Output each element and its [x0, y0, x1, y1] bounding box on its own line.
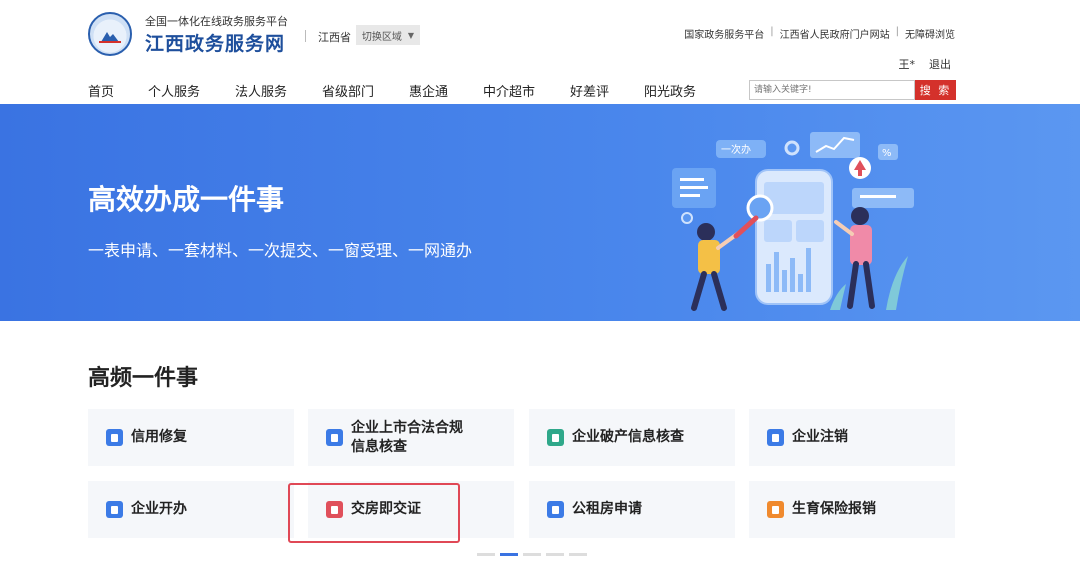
nav-sunshine-government[interactable]: 阳光政务	[644, 81, 718, 100]
document-icon	[326, 429, 343, 446]
nav-home[interactable]: 首页	[88, 81, 148, 100]
main-nav: 首页 个人服务 法人服务 省级部门 惠企通 中介超市 好差评 阳光政务	[88, 81, 718, 100]
card-label: 企业上市合法合规 信息核查	[351, 419, 463, 457]
link-separator: |	[895, 26, 899, 37]
switch-region-button[interactable]: 切换区域 ▼	[356, 25, 420, 45]
search-button[interactable]: 搜 索	[915, 80, 956, 100]
document-icon-glyph	[552, 505, 559, 514]
document-icon	[106, 501, 123, 518]
logo-emblem-icon	[99, 32, 121, 43]
document-icon	[767, 429, 784, 446]
card-label-line: 交房即交证	[351, 501, 421, 517]
card-label-line: 信息核查	[351, 438, 407, 455]
card-label-line: 企业注销	[792, 429, 848, 445]
user-name[interactable]: 王*	[899, 56, 916, 72]
card-label: 交房即交证	[351, 500, 421, 519]
card-label: 企业开办	[131, 500, 187, 519]
card-label-line: 公租房申请	[572, 501, 642, 517]
card-label: 企业破产信息核查	[572, 428, 684, 447]
carousel-dot[interactable]	[523, 553, 541, 556]
card-credit-repair[interactable]: 信用修复	[88, 409, 294, 466]
header-divider	[305, 30, 306, 42]
site-title[interactable]: 江西政务服务网	[145, 29, 285, 56]
svg-text:%: %	[882, 148, 892, 159]
link-national-platform[interactable]: 国家政务服务平台	[684, 26, 764, 41]
nav-corporate-services[interactable]: 法人服务	[235, 81, 322, 100]
card-public-rental-application[interactable]: 公租房申请	[529, 481, 735, 538]
card-maternity-insurance-claim[interactable]: 生育保险报销	[749, 481, 955, 538]
card-company-deregistration[interactable]: 企业注销	[749, 409, 955, 466]
search-bar: 搜 索	[749, 80, 956, 100]
logout-link[interactable]: 退出	[929, 56, 951, 72]
site-logo[interactable]	[88, 12, 132, 56]
document-icon-glyph	[772, 433, 779, 442]
site-subtitle: 全国一体化在线政务服务平台	[145, 15, 288, 28]
document-icon	[326, 501, 343, 518]
document-icon	[106, 429, 123, 446]
document-icon-glyph	[772, 505, 779, 514]
card-label-line: 企业上市合法合规	[351, 419, 463, 436]
illus-tag: 一次办	[721, 143, 751, 156]
nav-intermediary-market[interactable]: 中介超市	[483, 81, 570, 100]
document-icon	[547, 501, 564, 518]
hero-banner[interactable]: 高效办成一件事 一表申请、一套材料、一次提交、一窗受理、一网通办 一次办 %	[0, 104, 1080, 321]
nav-good-bad-review[interactable]: 好差评	[570, 81, 644, 100]
carousel-dot[interactable]	[500, 553, 518, 556]
switch-region-label: 切换区域	[361, 31, 402, 43]
document-icon	[767, 501, 784, 518]
carousel-dot[interactable]	[477, 553, 495, 556]
carousel-indicators	[477, 553, 587, 556]
document-icon	[547, 429, 564, 446]
caret-down-icon: ▼	[407, 30, 415, 40]
carousel-dot[interactable]	[546, 553, 564, 556]
nav-personal-services[interactable]: 个人服务	[148, 81, 235, 100]
nav-provincial-departments[interactable]: 省级部门	[322, 81, 409, 100]
card-label-line: 生育保险报销	[792, 501, 876, 517]
card-ipo-compliance-check[interactable]: 企业上市合法合规 信息核查	[308, 409, 514, 466]
banner-illustration: 一次办 %	[672, 132, 914, 311]
banner-subtitle: 一表申请、一套材料、一次提交、一窗受理、一网通办	[88, 241, 473, 260]
link-separator: |	[770, 26, 774, 37]
card-bankruptcy-info-check[interactable]: 企业破产信息核查	[529, 409, 735, 466]
top-links: 国家政务服务平台 | 江西省人民政府门户网站 | 无障碍浏览	[684, 26, 955, 41]
document-icon-glyph	[331, 433, 338, 442]
card-company-registration[interactable]: 企业开办	[88, 481, 294, 538]
card-label-line: 企业开办	[131, 501, 187, 517]
link-accessibility[interactable]: 无障碍浏览	[905, 26, 955, 41]
current-province: 江西省	[318, 31, 351, 44]
user-area: 王* 退出	[899, 56, 952, 72]
banner-title: 高效办成一件事	[88, 183, 285, 216]
section-title: 高频一件事	[88, 366, 199, 391]
document-icon-glyph	[111, 505, 118, 514]
card-house-delivery-certificate[interactable]: 交房即交证	[308, 481, 514, 538]
document-icon-glyph	[331, 505, 338, 514]
card-label-line: 信用修复	[131, 429, 187, 445]
nav-huiqitong[interactable]: 惠企通	[409, 81, 483, 100]
card-label: 信用修复	[131, 428, 187, 447]
document-icon-glyph	[111, 433, 118, 442]
document-icon-glyph	[552, 433, 559, 442]
card-label: 公租房申请	[572, 500, 642, 519]
card-label: 企业注销	[792, 428, 848, 447]
search-input[interactable]	[749, 80, 915, 100]
link-provincial-government[interactable]: 江西省人民政府门户网站	[780, 26, 890, 41]
card-label-line: 企业破产信息核查	[572, 429, 684, 445]
carousel-dot[interactable]	[569, 553, 587, 556]
card-label: 生育保险报销	[792, 500, 876, 519]
